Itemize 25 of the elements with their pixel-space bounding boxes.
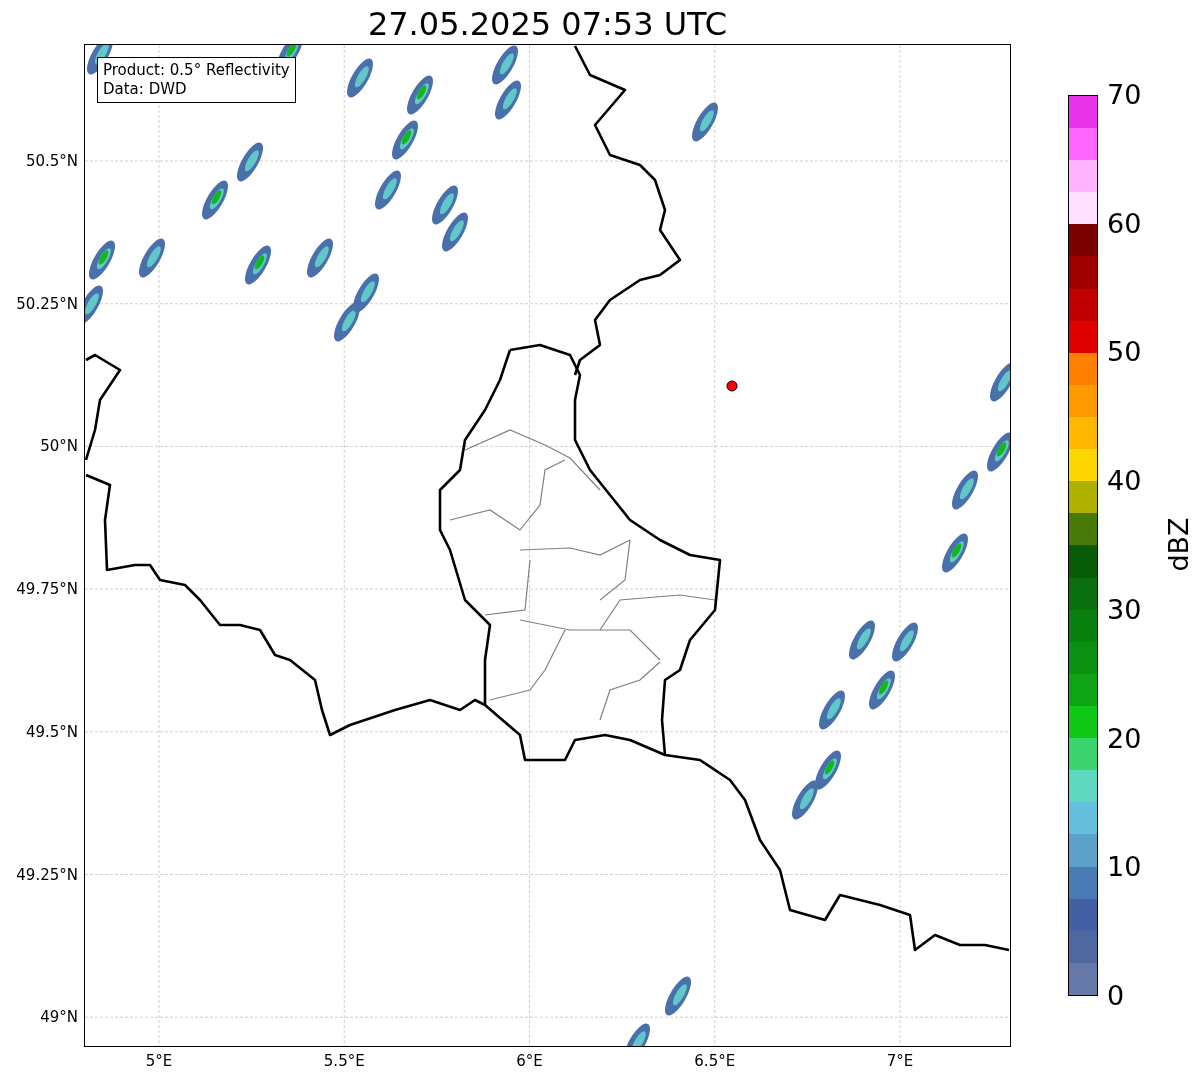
axis-tick-label: 49°N [40,1008,78,1027]
axis-tick-label: 50°N [40,437,78,456]
axis-tick-label: 6°E [515,1052,544,1070]
radar-site-marker [726,380,738,392]
colorbar-tick-label: 0 [1107,980,1125,1012]
axis-tick-label: 5.5°E [322,1052,366,1070]
axis-tick-label: 5°E [144,1052,174,1070]
colorbar-tick-label: 30 [1107,593,1142,626]
colorbar-tick-label: 20 [1107,722,1142,755]
colorbar-tick-label: 40 [1107,465,1142,498]
legend-text: Data: DWD [103,80,188,99]
colorbar-tick-label: 10 [1107,851,1142,884]
colorbar-tick-label: 70 [1107,79,1142,111]
axis-tick-label: 49.25°N [16,865,78,884]
colorbar-tick-label: 60 [1107,207,1142,240]
axis-tick-label: 49.75°N [16,580,78,599]
axis-tick-label: 50.5°N [25,152,78,170]
legend-text: Product: 0.5° Reflectivity [103,61,290,80]
axis-tick-label: 50.25°N [16,294,78,313]
colorbar-label: dBZ [1162,516,1194,574]
axis-tick-label: 49.5°N [25,722,78,741]
colorbar-tick-label: 50 [1107,336,1142,369]
axis-tick-label: 7°E [885,1052,915,1070]
axis-tick-label: 6.5°E [693,1052,737,1070]
chart-title: 27.05.2025 07:53 UTC [366,4,729,45]
